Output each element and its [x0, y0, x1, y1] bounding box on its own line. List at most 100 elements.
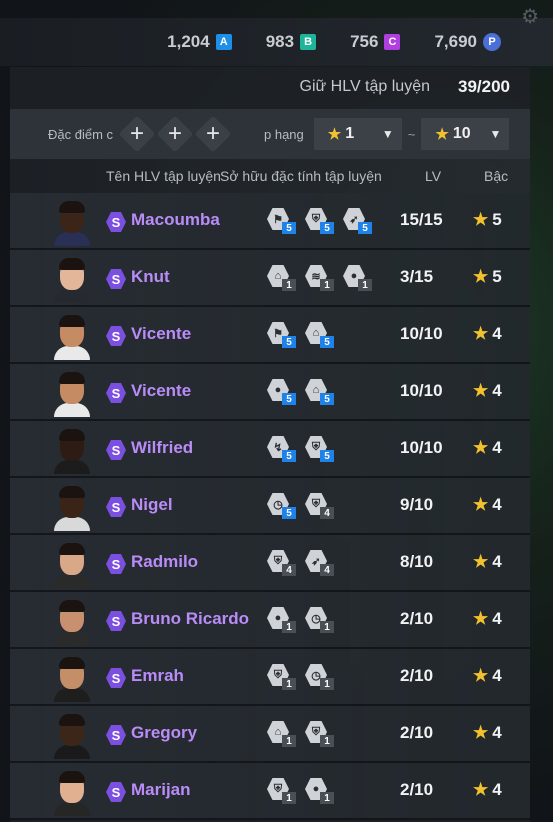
- coach-name: Emrah: [131, 666, 184, 685]
- col-traits: Sở hữu đặc tính tập luyện: [220, 168, 382, 184]
- coach-level: 2/10: [400, 723, 434, 742]
- trait-badge[interactable]: ⚑ 5: [266, 206, 296, 234]
- coach-rank: ★ 4: [473, 552, 502, 572]
- rank-to-select[interactable]: ★ 10 ▼: [421, 118, 510, 150]
- trait-badge[interactable]: ⌂ 1: [266, 719, 296, 747]
- coach-row[interactable]: S Marijan ⛨ 1 ● 1 2/10 ★ 4: [10, 763, 530, 820]
- col-lv[interactable]: LV: [425, 168, 441, 184]
- trait-level: 1: [358, 279, 372, 291]
- trait-badge[interactable]: ⌂ 5: [304, 320, 334, 348]
- trait-badge[interactable]: ◷ 1: [304, 662, 334, 690]
- add-trait-button[interactable]: +: [158, 117, 192, 151]
- trait-badge[interactable]: ⌂ 5: [304, 377, 334, 405]
- coach-row[interactable]: S Radmilo ⛨ 4 ➶ 4 8/10 ★ 4: [10, 535, 530, 592]
- trait-level: 5: [282, 393, 296, 405]
- coach-rank: ★ 4: [473, 438, 502, 458]
- trait-badge[interactable]: ● 1: [266, 605, 296, 633]
- trait-badge[interactable]: ⛨ 1: [266, 776, 296, 804]
- coach-name: Nigel: [131, 495, 173, 514]
- coach-level: 15/15: [400, 210, 443, 229]
- season-badge-icon: S: [106, 782, 126, 802]
- avatar: [53, 656, 91, 702]
- avatar: [53, 200, 91, 246]
- star-icon: ★: [435, 126, 449, 143]
- trait-level: 4: [320, 507, 334, 519]
- trait-list: ⌂ 1 ⛨ 1: [266, 719, 342, 747]
- trait-badge[interactable]: ⛨ 4: [304, 491, 334, 519]
- trait-badge[interactable]: ➶ 5: [342, 206, 372, 234]
- add-trait-button[interactable]: +: [120, 117, 154, 151]
- avatar: [53, 314, 91, 360]
- trait-badge[interactable]: ● 5: [266, 377, 296, 405]
- trait-badge[interactable]: ⛨ 1: [266, 662, 296, 690]
- season-badge-icon: S: [106, 668, 126, 688]
- trait-level: 5: [282, 507, 296, 519]
- coach-row[interactable]: S Gregory ⌂ 1 ⛨ 1 2/10 ★ 4: [10, 706, 530, 763]
- trait-list: ⌂ 1 ≋ 1 ● 1: [266, 263, 380, 291]
- season-badge-icon: S: [106, 725, 126, 745]
- rank-value: 5: [492, 267, 502, 286]
- coach-row[interactable]: S Macoumba ⚑ 5 ⛨ 5 ➶ 5 15/15 ★ 5: [10, 193, 530, 250]
- star-icon: ★: [473, 324, 489, 343]
- rank-from-select[interactable]: ★ 1 ▼: [313, 118, 402, 150]
- season-badge-icon: S: [106, 326, 126, 346]
- currency-value: 756: [350, 32, 379, 51]
- currency-item: 7,690 P: [434, 32, 501, 52]
- trait-list: ⛨ 4 ➶ 4: [266, 548, 342, 576]
- trait-badge[interactable]: ⛨ 1: [304, 719, 334, 747]
- coach-row[interactable]: S Vicente ⚑ 5 ⌂ 5 10/10 ★ 4: [10, 307, 530, 364]
- trait-badge[interactable]: ⌂ 1: [266, 263, 296, 291]
- coach-rank: ★ 4: [473, 495, 502, 515]
- trait-badge[interactable]: ≋ 1: [304, 263, 334, 291]
- c-token-icon: C: [384, 34, 401, 50]
- coach-name: Marijan: [131, 780, 191, 799]
- trait-level: 5: [320, 222, 334, 234]
- trait-badge[interactable]: ⚑ 5: [266, 320, 296, 348]
- star-icon: ★: [473, 780, 489, 799]
- trait-badge[interactable]: ◷ 5: [266, 491, 296, 519]
- trait-badge[interactable]: ⛨ 5: [304, 206, 334, 234]
- star-icon: ★: [473, 723, 489, 742]
- trait-badge[interactable]: ➶ 4: [304, 548, 334, 576]
- rank-value: 4: [492, 723, 502, 742]
- coach-level: 10/10: [400, 381, 443, 400]
- trait-filter-label: Đặc điểm c: [48, 126, 114, 142]
- coach-row[interactable]: S Nigel ◷ 5 ⛨ 4 9/10 ★ 4: [10, 478, 530, 535]
- trait-badge[interactable]: ● 1: [304, 776, 334, 804]
- trait-badge[interactable]: ↯ 5: [266, 434, 296, 462]
- trait-badge[interactable]: ◷ 1: [304, 605, 334, 633]
- trait-level: 1: [320, 735, 334, 747]
- coach-name: Radmilo: [131, 552, 199, 571]
- coach-row[interactable]: S Vicente ● 5 ⌂ 5 10/10 ★ 4: [10, 364, 530, 421]
- trait-badge[interactable]: ⛨ 5: [304, 434, 334, 462]
- currency-item: 1,204 A: [167, 32, 232, 52]
- col-name[interactable]: Tên HLV tập luyện: [106, 168, 221, 184]
- rank-filter-label: p hạng: [264, 126, 304, 142]
- coach-row[interactable]: S Emrah ⛨ 1 ◷ 1 2/10 ★ 4: [10, 649, 530, 706]
- rank-value: 4: [492, 780, 502, 799]
- coach-list: S Macoumba ⚑ 5 ⛨ 5 ➶ 5 15/15 ★ 5 S Knut ⌂ 1 ≋ 1 ● 1 3/15 ★ 5 S…: [10, 193, 530, 820]
- rank-value: 4: [492, 552, 502, 571]
- trait-level: 1: [282, 792, 296, 804]
- gear-icon[interactable]: ⚙: [521, 4, 539, 29]
- coach-name: Vicente: [131, 324, 192, 343]
- coach-row[interactable]: S Knut ⌂ 1 ≋ 1 ● 1 3/15 ★ 5: [10, 250, 530, 307]
- chevron-down-icon: ▼: [489, 127, 502, 141]
- coach-rank: ★ 4: [473, 666, 502, 686]
- coach-name: Vicente: [131, 381, 192, 400]
- star-icon: ★: [473, 381, 489, 400]
- col-rank[interactable]: Bậc: [484, 168, 508, 184]
- add-trait-button[interactable]: +: [196, 117, 230, 151]
- coach-level: 10/10: [400, 324, 443, 343]
- coach-level: 2/10: [400, 609, 434, 628]
- trait-badge[interactable]: ● 1: [342, 263, 372, 291]
- trait-level: 1: [320, 678, 334, 690]
- rank-to-value: 10: [452, 125, 471, 142]
- coach-name: Wilfried: [131, 438, 194, 457]
- trait-badge[interactable]: ⛨ 4: [266, 548, 296, 576]
- coach-row[interactable]: S Bruno Ricardo ● 1 ◷ 1 2/10 ★ 4: [10, 592, 530, 649]
- trait-level: 5: [282, 222, 296, 234]
- coach-row[interactable]: S Wilfried ↯ 5 ⛨ 5 10/10 ★ 4: [10, 421, 530, 478]
- coach-rank: ★ 5: [473, 210, 502, 230]
- trait-level: 1: [282, 279, 296, 291]
